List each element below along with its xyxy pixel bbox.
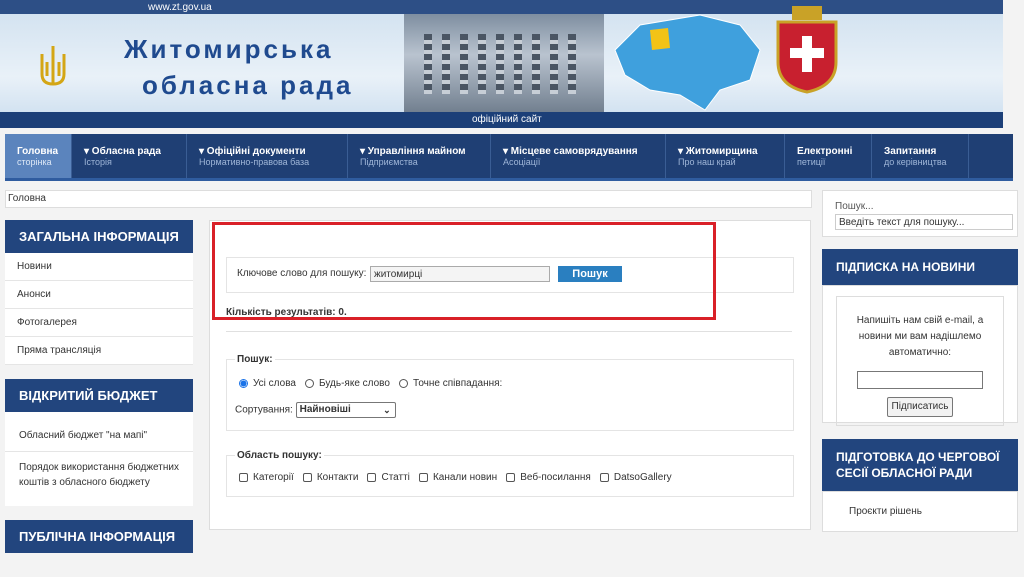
sort-select[interactable]: Найновіші ⌄ bbox=[295, 402, 396, 418]
highlight-box bbox=[212, 222, 716, 320]
nav-sublabel: Підприємства bbox=[360, 156, 418, 167]
nav-sublabel: до керівництва bbox=[884, 156, 947, 167]
subscribe-box: Напишіть нам свій e-mail, а новини ми ва… bbox=[822, 285, 1018, 426]
nav-label: ▾ Офіційні документи bbox=[199, 145, 306, 157]
search-area-fieldset: Область пошуку: Категорії Контакти Статт… bbox=[226, 450, 794, 497]
breadcrumb[interactable]: Головна bbox=[5, 190, 812, 208]
checkbox-icon bbox=[506, 473, 516, 482]
banner-title-line1: Житомирська bbox=[124, 34, 334, 64]
checkbox-icon bbox=[418, 473, 428, 482]
radio-any-word[interactable]: Будь-яке слово bbox=[305, 378, 390, 389]
nav-label: ▾ Обласна рада bbox=[84, 145, 161, 157]
nav-sublabel: Про наш край bbox=[678, 156, 736, 167]
subscribe-heading: ПІДПИСКА НА НОВИНИ bbox=[822, 249, 1018, 285]
radio-label: Точне співпадання: bbox=[413, 378, 503, 389]
nav-item-oblast-council[interactable]: ▾ Обласна рада Історія bbox=[72, 134, 187, 178]
nav-label: ▾ Місцеве самоврядування bbox=[503, 145, 638, 157]
nav-item-e-petitions[interactable]: Електронні петиції bbox=[785, 134, 872, 178]
checkbox-icon bbox=[599, 473, 609, 482]
nav-sublabel: Нормативно-правова база bbox=[199, 156, 310, 167]
session-box: Проєкти рішень bbox=[822, 491, 1018, 532]
nav-item-zhytomyr-region[interactable]: ▾ Житомирщина Про наш край bbox=[666, 134, 785, 178]
nav-item-home[interactable]: Головна сторінка bbox=[5, 134, 72, 178]
checkbox-label: Канали новин bbox=[432, 472, 498, 483]
checkbox-web-links[interactable]: Веб-посилання bbox=[506, 472, 591, 483]
nav-label: ▾ Житомирщина bbox=[678, 145, 758, 157]
nav-item-property-management[interactable]: ▾ Управління майном Підприємства bbox=[348, 134, 491, 178]
sidebar-search-input[interactable]: Введіть текст для пошуку... bbox=[835, 214, 1013, 230]
banner-url: www.zt.gov.ua bbox=[148, 2, 212, 13]
checkbox-categories[interactable]: Категорії bbox=[239, 472, 294, 483]
nav-sublabel: Асоціації bbox=[503, 156, 541, 167]
sidebar-item-news[interactable]: Новини bbox=[5, 253, 193, 281]
checkbox-contacts[interactable]: Контакти bbox=[302, 472, 359, 483]
general-info-list: Новини Анонси Фотогалерея Пряма трансляц… bbox=[5, 253, 193, 365]
sidebar-item-draft-decisions[interactable]: Проєкти рішень bbox=[849, 506, 922, 517]
sidebar-item-live-stream[interactable]: Пряма трансляція bbox=[5, 337, 193, 365]
checkbox-news-feeds[interactable]: Канали новин bbox=[418, 472, 498, 483]
nav-label: Електронні bbox=[797, 145, 853, 157]
radio-label: Усі слова bbox=[253, 378, 296, 389]
sidebar-search-label: Пошук... bbox=[835, 201, 874, 212]
checkbox-icon bbox=[302, 473, 312, 482]
radio-icon bbox=[305, 379, 315, 388]
open-budget-heading: ВІДКРИТИЙ БЮДЖЕТ bbox=[5, 379, 193, 412]
checkbox-label: Контакти bbox=[316, 472, 359, 483]
open-budget-list: Обласний бюджет "на мапі" Порядок викори… bbox=[5, 412, 193, 506]
nav-item-local-government[interactable]: ▾ Місцеве самоврядування Асоціації bbox=[491, 134, 666, 178]
sort-label: Сортування: bbox=[235, 404, 293, 416]
checkbox-datsogallery[interactable]: DatsoGallery bbox=[599, 472, 672, 483]
sort-value: Найновіші bbox=[299, 404, 351, 415]
banner-title-line2: обласна рада bbox=[142, 70, 354, 100]
search-options-legend: Пошук: bbox=[235, 354, 275, 365]
radio-icon bbox=[399, 379, 408, 388]
checkbox-icon bbox=[239, 473, 248, 482]
nav-item-questions[interactable]: Запитання до керівництва bbox=[872, 134, 969, 178]
general-info-heading: ЗАГАЛЬНА ІНФОРМАЦІЯ bbox=[5, 220, 193, 253]
subscribe-button[interactable]: Підписатись bbox=[886, 397, 954, 417]
subscribe-email-input[interactable] bbox=[857, 371, 983, 389]
chevron-down-icon: ⌄ bbox=[383, 405, 391, 415]
sidebar-search: Пошук... Введіть текст для пошуку... bbox=[822, 190, 1018, 237]
nav-sublabel: Історія bbox=[84, 156, 112, 167]
nav-label: Запитання bbox=[884, 145, 937, 157]
nav-sublabel: сторінка bbox=[17, 156, 52, 167]
building-image bbox=[404, 14, 604, 116]
checkbox-label: DatsoGallery bbox=[613, 472, 672, 483]
checkbox-label: Веб-посилання bbox=[520, 472, 591, 483]
radio-label: Будь-яке слово bbox=[319, 378, 390, 389]
main-nav: Головна сторінка ▾ Обласна рада Історія ▾ … bbox=[5, 134, 1013, 181]
checkbox-articles[interactable]: Статті bbox=[367, 472, 410, 483]
checkbox-label: Категорії bbox=[253, 472, 294, 483]
site-banner: www.zt.gov.ua Житомирська обласна рада о… bbox=[0, 0, 1003, 128]
right-sidebar: Пошук... Введіть текст для пошуку... ПІД… bbox=[822, 190, 1018, 532]
checkbox-icon bbox=[367, 473, 377, 482]
sidebar-item-budget-usage[interactable]: Порядок використання бюджетних коштів з … bbox=[5, 452, 193, 498]
trident-emblem-icon bbox=[40, 46, 66, 86]
sidebar-item-photo-gallery[interactable]: Фотогалерея bbox=[5, 309, 193, 337]
banner-subtitle: офіційний сайт bbox=[472, 114, 542, 125]
subscribe-text: Напишіть нам свій e-mail, а новини ми ва… bbox=[856, 315, 984, 358]
coat-of-arms-icon bbox=[776, 6, 838, 94]
radio-exact-match[interactable]: Точне співпадання: bbox=[399, 378, 502, 389]
subscribe-form: Напишіть нам свій e-mail, а новини ми ва… bbox=[836, 296, 1004, 426]
divider bbox=[226, 331, 792, 332]
ukraine-map-image bbox=[614, 14, 761, 111]
radio-selected-icon bbox=[239, 379, 248, 388]
sidebar-item-budget-map[interactable]: Обласний бюджет "на мапі" bbox=[5, 420, 193, 452]
checkbox-label: Статті bbox=[381, 472, 410, 483]
radio-all-words[interactable]: Усі слова bbox=[239, 378, 296, 389]
nav-label: ▾ Управління майном bbox=[360, 145, 466, 157]
search-options-fieldset: Пошук: Усі слова Будь-яке слово Точне сп… bbox=[226, 354, 794, 431]
nav-item-official-documents[interactable]: ▾ Офіційні документи Нормативно-правова б… bbox=[187, 134, 348, 178]
sidebar-item-announcements[interactable]: Анонси bbox=[5, 281, 193, 309]
search-area-legend: Область пошуку: bbox=[235, 450, 324, 461]
nav-sublabel: петиції bbox=[797, 156, 826, 167]
session-heading: ПІДГОТОВКА ДО ЧЕРГОВОЇ СЕСІЇ ОБЛАСНОЇ РА… bbox=[822, 439, 1018, 491]
public-info-heading: ПУБЛІЧНА ІНФОРМАЦІЯ bbox=[5, 520, 193, 553]
left-sidebar: ЗАГАЛЬНА ІНФОРМАЦІЯ Новини Анонси Фотога… bbox=[5, 220, 193, 553]
nav-label: Головна bbox=[17, 145, 59, 157]
